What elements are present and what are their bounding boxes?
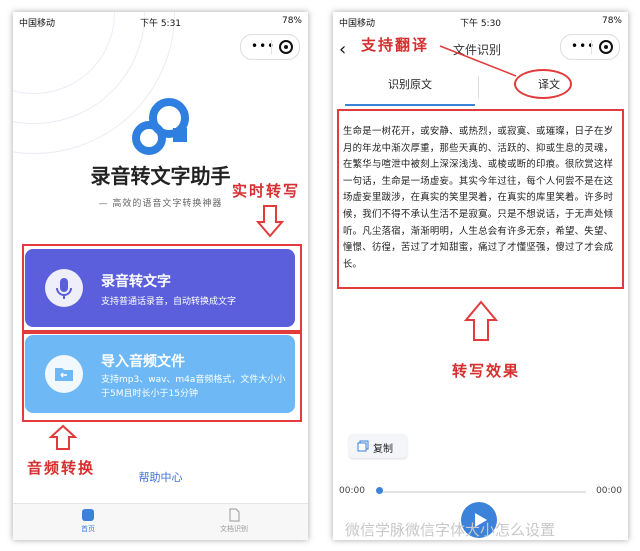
tab-document-label: 文档识别 [220, 525, 248, 533]
app-logo-icon [132, 98, 189, 155]
back-chevron-icon[interactable]: ‹ [339, 39, 346, 60]
highlight-box-record [22, 244, 302, 332]
annotation-effect: 转写效果 [452, 362, 521, 380]
copy-icon [357, 440, 369, 452]
close-miniapp-icon[interactable] [599, 40, 613, 54]
copy-button[interactable]: 复制 [349, 434, 407, 458]
tab-home-label: 首页 [81, 525, 95, 533]
elapsed-time: 00:00 [339, 486, 365, 496]
copy-label: 复制 [373, 444, 393, 455]
tab-document[interactable]: 文档识别 [189, 508, 279, 534]
annotation-translate: 支持翻译 [361, 36, 430, 54]
highlight-box-import [22, 332, 302, 422]
battery-level: 78% [281, 16, 302, 26]
annotation-audio-convert: 音频转换 [27, 459, 96, 477]
tab-home[interactable]: 首页 [43, 508, 133, 534]
clock: 下午 5:30 [459, 19, 502, 29]
progress-track[interactable] [377, 491, 586, 493]
mini-program-capsule[interactable]: ••• [240, 34, 300, 60]
annotation-realtime: 实时转写 [232, 182, 301, 200]
page-title: 文件识别 [453, 43, 502, 57]
battery-level: 78% [601, 16, 622, 26]
clock: 下午 5:31 [139, 19, 182, 29]
progress-knob[interactable] [376, 487, 383, 494]
tab-bar: 首页 文档识别 [13, 503, 308, 540]
highlight-box-transcript [337, 109, 624, 289]
mini-program-capsule[interactable]: ••• [560, 34, 620, 60]
watermark: 微信学脉微信字体大小怎么设置 [345, 521, 556, 539]
status-bar: 中国移动 下午 5:30 78% [333, 12, 628, 30]
highlight-ellipse-translation [514, 69, 572, 99]
status-bar: 中国移动 下午 5:31 78% [13, 12, 308, 30]
total-time: 00:00 [596, 486, 622, 496]
document-icon [229, 508, 240, 522]
close-miniapp-icon[interactable] [279, 40, 293, 54]
home-icon [82, 509, 94, 521]
tab-original-text[interactable]: 识别原文 [373, 76, 447, 92]
active-tab-indicator [345, 104, 475, 106]
